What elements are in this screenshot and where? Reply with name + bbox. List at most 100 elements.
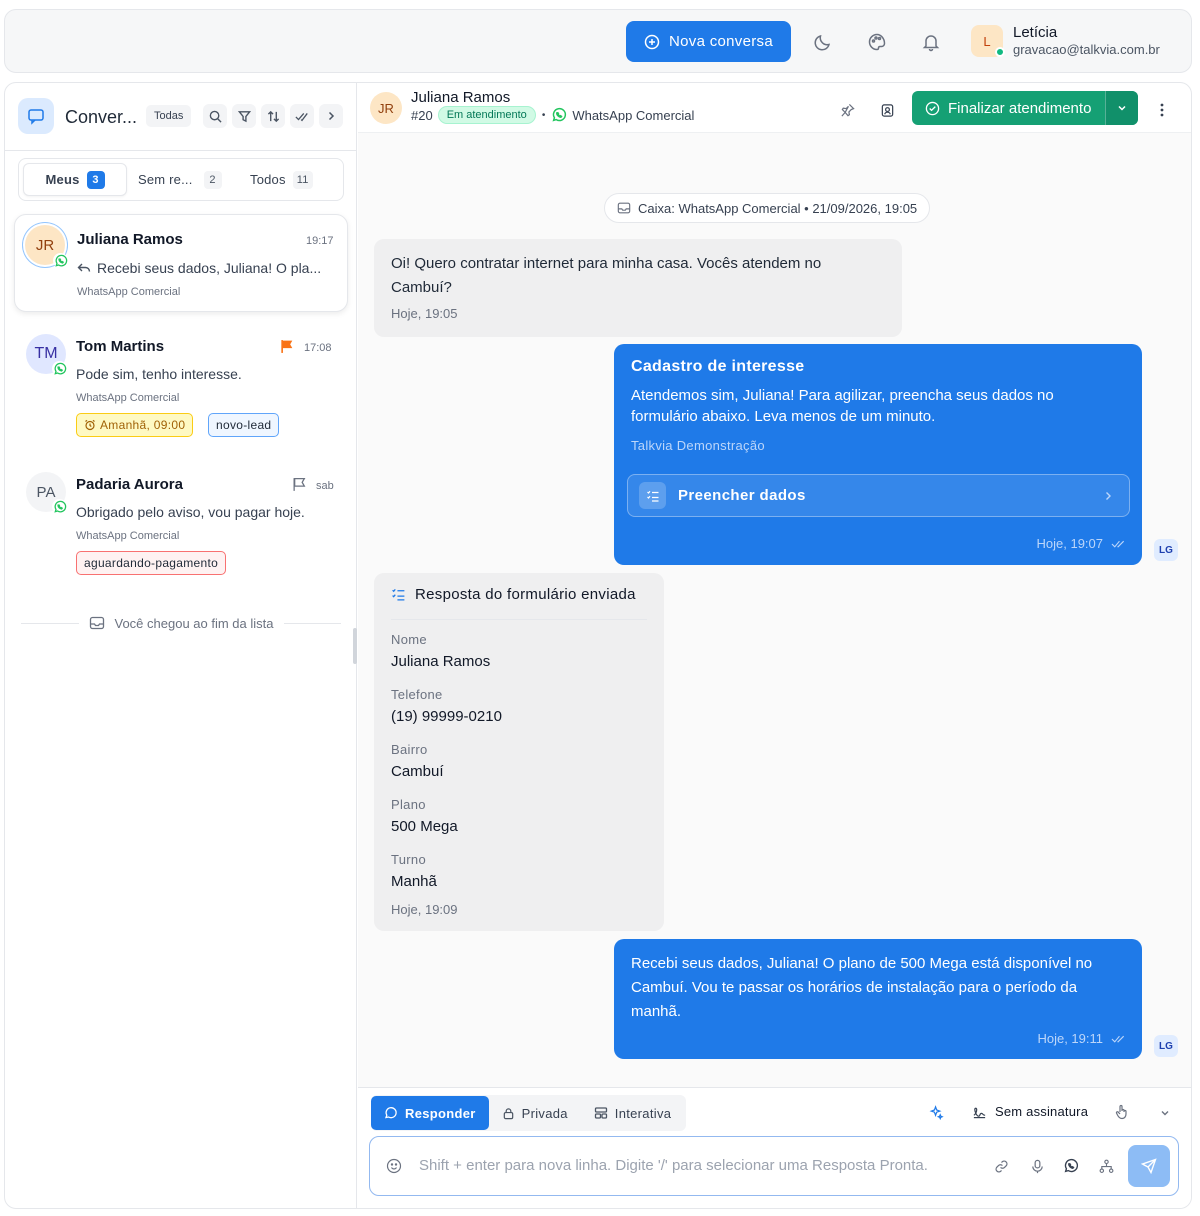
fill-form-button[interactable]: Preencher dados (627, 474, 1130, 517)
emoji-icon[interactable] (385, 1157, 403, 1175)
finish-service-main[interactable]: Finalizar atendimento (912, 91, 1105, 125)
conversation-meta: #20 Em atendimento • WhatsApp Comercial (411, 106, 695, 124)
list-checks-icon (639, 482, 666, 509)
message-status: Hoje, 19:07 (1037, 536, 1127, 551)
field-value: Juliana Ramos (391, 653, 491, 670)
finish-service-button[interactable]: Finalizar atendimento (912, 91, 1138, 125)
form-response-card[interactable]: Resposta do formulário enviada Nome Juli… (374, 573, 664, 931)
message-time: Hoje, 19:09 (391, 902, 458, 917)
preview-text: Recebi seus dados, Juliana! O pla... (97, 260, 322, 276)
label-tag[interactable]: aguardando-pagamento (76, 551, 227, 575)
inbox-name: WhatsApp Comercial (77, 286, 181, 298)
message-time: Hoje, 19:07 (1036, 536, 1104, 551)
tab-meus[interactable]: Meus 3 (23, 163, 127, 196)
hand-pointer-icon[interactable] (1114, 1104, 1130, 1120)
bell-icon[interactable] (919, 30, 943, 54)
sparkles-icon[interactable] (929, 1105, 944, 1120)
reminder-tag[interactable]: Amanhã, 09:00 (76, 413, 194, 437)
conversation-sidebar: Conver... Todas Meus 3 Sem re... 2 Todos… (5, 83, 357, 1208)
channel-name: WhatsApp Comercial (572, 107, 695, 123)
field-label: Telefone (391, 687, 443, 702)
tab-label: Responder (405, 1105, 476, 1121)
tab-privada[interactable]: Privada (489, 1096, 581, 1130)
avatar[interactable]: JR (370, 92, 402, 124)
field-label: Turno (391, 852, 426, 867)
tab-interativa[interactable]: Interativa (581, 1096, 684, 1130)
divider (5, 150, 357, 151)
finish-service-label: Finalizar atendimento (948, 99, 1092, 117)
more-vertical-icon[interactable] (1153, 101, 1171, 119)
signature-selector[interactable]: Sem assinatura (972, 1104, 1088, 1119)
contact-name: Padaria Aurora (76, 476, 183, 493)
form-field: Bairro Cambuí (391, 742, 444, 780)
search-icon[interactable] (203, 104, 227, 128)
contact-card-icon[interactable] (878, 101, 896, 119)
workflow-icon[interactable] (1097, 1157, 1115, 1175)
message-text: Atendemos sim, Juliana! Para agilizar, p… (631, 387, 1054, 425)
message-list: Caixa: WhatsApp Comercial • 21/09/2026, … (358, 132, 1191, 1087)
field-value: Cambuí (391, 763, 444, 780)
pin-icon[interactable] (838, 101, 856, 119)
whatsapp-icon (52, 361, 67, 376)
microphone-icon[interactable] (1028, 1157, 1046, 1175)
form-response-title: Resposta do formulário enviada (415, 586, 636, 603)
conversation-item[interactable]: JR Juliana Ramos 19:17 Recebi seus dados… (14, 214, 348, 312)
message-text: Oi! Quero contratar internet para minha … (391, 255, 822, 296)
tab-responder[interactable]: Responder (371, 1096, 489, 1130)
form-field: Plano 500 Mega (391, 797, 458, 835)
plus-circle-icon (644, 34, 660, 50)
message-text: Recebi seus dados, Juliana! O plano de 5… (631, 955, 1093, 1020)
label-tag[interactable]: novo-lead (208, 413, 280, 437)
conversation-item[interactable]: TM Tom Martins 17:08 Pode sim, tenho int… (14, 323, 348, 443)
form-field: Nome Juliana Ramos (391, 632, 490, 670)
conversation-item[interactable]: PA Padaria Aurora sab Obrigado pelo avis… (14, 461, 348, 581)
palette-icon[interactable] (865, 30, 889, 54)
tab-label: Meus (45, 172, 80, 187)
tab-sem-responsavel[interactable]: Sem re... 2 (138, 163, 222, 196)
flag-icon[interactable] (280, 339, 295, 354)
check-double-icon[interactable] (290, 104, 314, 128)
tab-count: 2 (203, 170, 222, 189)
conversation-time: 17:08 (304, 342, 332, 354)
chevron-down-icon[interactable] (1159, 1107, 1171, 1119)
double-check-icon (1111, 539, 1126, 549)
message-bubble-outgoing[interactable]: Recebi seus dados, Juliana! O plano de 5… (614, 939, 1142, 1059)
chevron-down-icon[interactable] (1105, 91, 1138, 125)
flag-outline-icon[interactable] (292, 477, 307, 492)
inbox-icon (89, 615, 105, 631)
tab-label: Todos (250, 172, 286, 187)
contact-name: Juliana Ramos (77, 231, 183, 248)
link-icon[interactable] (992, 1157, 1010, 1175)
tab-count: 3 (86, 170, 105, 189)
message-bubble-incoming[interactable]: Oi! Quero contratar internet para minha … (374, 239, 902, 337)
agent-avatar: LG (1154, 539, 1178, 561)
field-label: Plano (391, 797, 426, 812)
preview-text: Obrigado pelo aviso, vou pagar hoje. (76, 504, 305, 520)
sidebar-resize-handle[interactable] (353, 628, 357, 664)
status-filter-chip[interactable]: Todas (146, 105, 192, 127)
field-value: Manhã (391, 873, 437, 890)
message-input[interactable]: Shift + enter para nova linha. Digite '/… (369, 1136, 1179, 1196)
contact-name[interactable]: Juliana Ramos (411, 89, 510, 106)
message-preview: Recebi seus dados, Juliana! O pla... (77, 260, 337, 276)
sort-icon[interactable] (261, 104, 285, 128)
tab-todos[interactable]: Todos 11 (250, 163, 313, 196)
message-footer: Talkvia Demonstração (631, 438, 765, 453)
filter-icon[interactable] (232, 104, 256, 128)
whatsapp-icon[interactable] (1062, 1157, 1080, 1175)
layout-icon (594, 1106, 608, 1120)
message-input-placeholder: Shift + enter para nova linha. Digite '/… (419, 1157, 928, 1174)
chevron-right-icon[interactable] (319, 104, 343, 128)
new-conversation-button[interactable]: Nova conversa (626, 21, 791, 62)
sidebar-title: Conver... (65, 107, 138, 127)
moon-icon[interactable] (811, 30, 835, 54)
conversation-tabs: Meus 3 Sem re... 2 Todos 11 (18, 158, 344, 201)
alarm-clock-icon (84, 419, 96, 431)
agent-avatar: LG (1154, 1035, 1178, 1057)
message-bubble-outgoing[interactable]: Cadastro de interesse Atendemos sim, Jul… (614, 344, 1142, 565)
form-field: Turno Manhã (391, 852, 437, 890)
send-button[interactable] (1128, 1145, 1170, 1187)
reply-icon (77, 261, 91, 275)
contact-name: Tom Martins (76, 338, 165, 355)
new-conversation-label: Nova conversa (669, 33, 773, 50)
